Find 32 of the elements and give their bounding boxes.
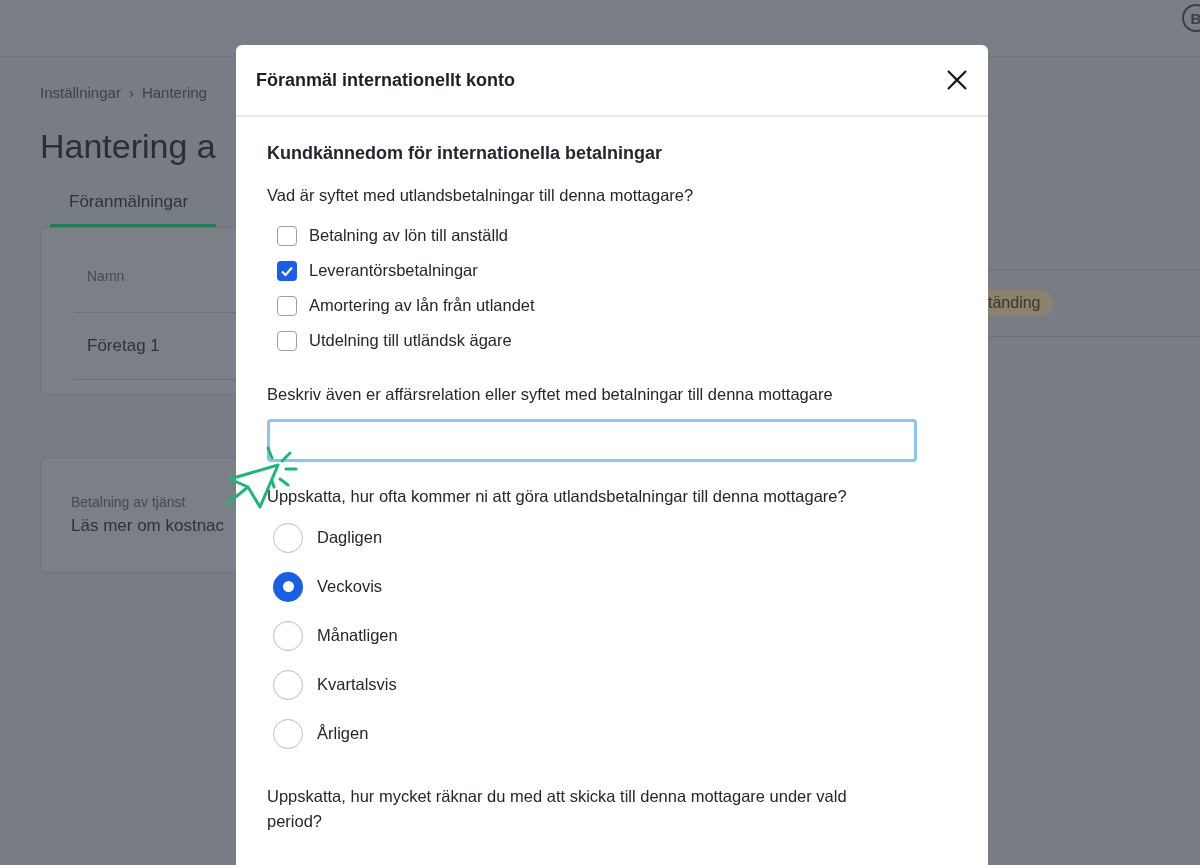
avatar-icon[interactable]: B	[1182, 4, 1200, 32]
status-badge: tänding	[988, 290, 1053, 316]
breadcrumb-link[interactable]: Inställningar	[40, 84, 121, 101]
checkbox-label: Utdelning till utländsk ägare	[309, 331, 512, 350]
checkbox[interactable]	[277, 260, 297, 281]
radio-button[interactable]	[273, 718, 303, 749]
checkbox-label: Amortering av lån från utlandet	[309, 296, 535, 315]
checkbox[interactable]	[277, 330, 297, 351]
breadcrumb-link[interactable]: Hantering	[141, 84, 207, 101]
question-text: Uppskatta, hur mycket räknar du med att skicka till denna mottagare under vald period?	[267, 786, 848, 832]
info-text: Läs mer om kostnac	[71, 516, 226, 536]
radio-button[interactable]	[273, 669, 303, 700]
breadcrumb-separator: ›	[128, 84, 134, 101]
radio-label: Årligen	[317, 724, 369, 743]
radio-label: Kvartalsvis	[317, 675, 397, 694]
input-field[interactable]	[267, 419, 917, 462]
section-heading: Kundkännedom för internationella betalningar	[267, 143, 664, 164]
radio-button[interactable]	[273, 571, 303, 602]
dialog-title: Föranmäl internationellt konto	[256, 69, 515, 91]
checkbox-label: Leverantörsbetalningar	[309, 261, 478, 280]
radio-label: Dagligen	[317, 528, 383, 547]
question-text: Uppskatta, hur ofta kommer ni att göra utlandsbetalningar till denna mottagare?	[267, 486, 848, 507]
question-text: Vad är syftet med utlandsbetalningar till denna mottagare?	[267, 185, 695, 206]
radio-button[interactable]	[273, 522, 303, 553]
radio-label: Månatligen	[317, 626, 398, 645]
checkbox-label: Betalning av lön till anställd	[309, 226, 509, 245]
radio-button[interactable]	[273, 620, 303, 651]
field-label: Beskriv även er affärsrelation eller syftet med betalningar till denna mottagare	[267, 384, 834, 405]
radio-label: Veckovis	[317, 577, 383, 596]
checkbox[interactable]	[277, 295, 297, 316]
checkbox[interactable]	[277, 225, 297, 246]
page-title: Hantering a	[40, 127, 217, 166]
